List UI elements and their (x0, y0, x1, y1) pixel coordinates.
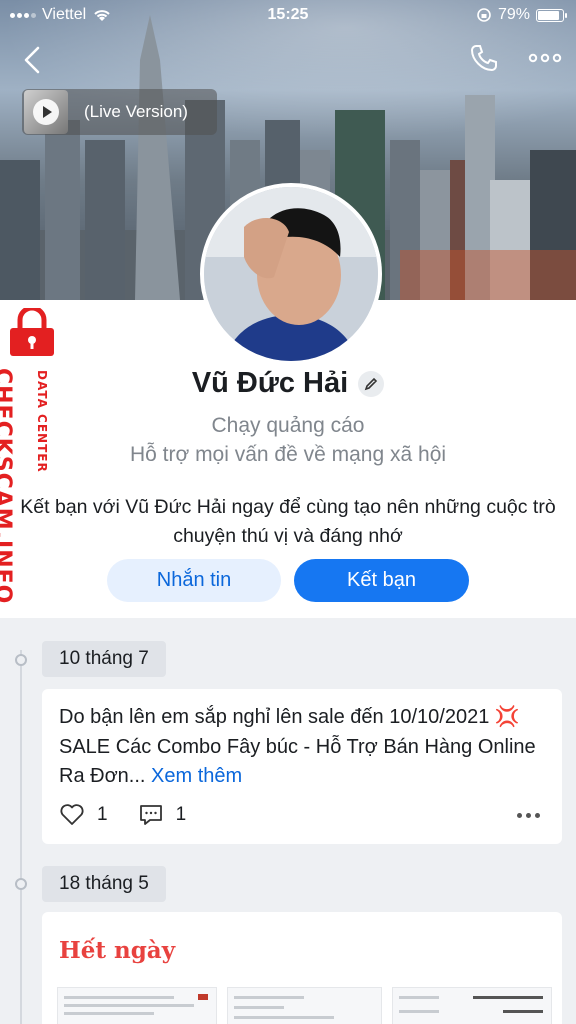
bio-line-1: Chạy quảng cáo (211, 414, 365, 437)
music-thumbnail[interactable] (24, 90, 68, 134)
battery-percent: 79% (497, 6, 530, 23)
watermark-brand: CHECKSCAM.INFO (0, 368, 15, 605)
post-card-image[interactable]: Hết ngày (42, 912, 562, 1024)
post-actions: 1 1 (59, 803, 216, 827)
lock-icon (10, 308, 54, 356)
avatar-photo (204, 187, 378, 361)
profile-name: Vũ Đức Hải (191, 367, 349, 399)
post-options-icon[interactable] (517, 813, 540, 818)
like-button[interactable]: 1 (59, 803, 108, 827)
edit-icon[interactable] (358, 370, 385, 397)
date-chip: 10 tháng 7 (42, 641, 166, 677)
bio-line-2: Hỗ trợ mọi vấn đề về mạng xã hội (129, 443, 447, 466)
post-card[interactable]: Do bận lên em sắp nghỉ lên sale đến 10/1… (42, 689, 562, 844)
timeline-dot (15, 878, 27, 890)
avatar[interactable] (200, 183, 382, 365)
play-icon[interactable] (33, 99, 59, 125)
receipt-screenshot (227, 987, 382, 1024)
phone-icon[interactable] (468, 42, 500, 74)
battery-icon (536, 8, 567, 22)
music-title: (Live Version) (84, 102, 188, 121)
receipt-screenshot (57, 987, 217, 1024)
comment-button[interactable]: 1 (138, 803, 187, 827)
watermark-sub: DATA CENTER (35, 370, 49, 473)
timeline-line (20, 650, 22, 1024)
invite-text: Kết bạn với Vũ Đức Hải ngay để cùng tạo … (20, 496, 556, 547)
timeline-dot (15, 654, 27, 666)
name-row: Vũ Đức Hải (0, 367, 576, 400)
see-more-link[interactable]: Xem thêm (151, 765, 242, 787)
heart-icon (60, 804, 84, 825)
post-body: Do bận lên em sắp nghỉ lên sale đến 10/1… (59, 706, 536, 787)
post-text: Do bận lên em sắp nghỉ lên sale đến 10/1… (59, 703, 549, 792)
comment-count: 1 (175, 804, 187, 825)
receipt-screenshot (392, 987, 552, 1024)
like-count: 1 (97, 804, 108, 825)
rotation-lock-icon (477, 8, 491, 22)
date-chip: 18 tháng 5 (42, 866, 166, 902)
add-friend-button[interactable]: Kết bạn (294, 559, 469, 602)
music-player[interactable]: (Live Version) (22, 89, 217, 135)
message-button[interactable]: Nhắn tin (107, 559, 281, 602)
watermark: CHECKSCAM.INFO DATA CENTER (0, 308, 62, 604)
comment-icon (139, 805, 162, 825)
status-bar: Viettel 15:25 79% (0, 0, 576, 30)
image-headline: Hết ngày (59, 937, 176, 964)
back-icon[interactable] (18, 42, 48, 78)
more-icon[interactable] (528, 48, 562, 68)
